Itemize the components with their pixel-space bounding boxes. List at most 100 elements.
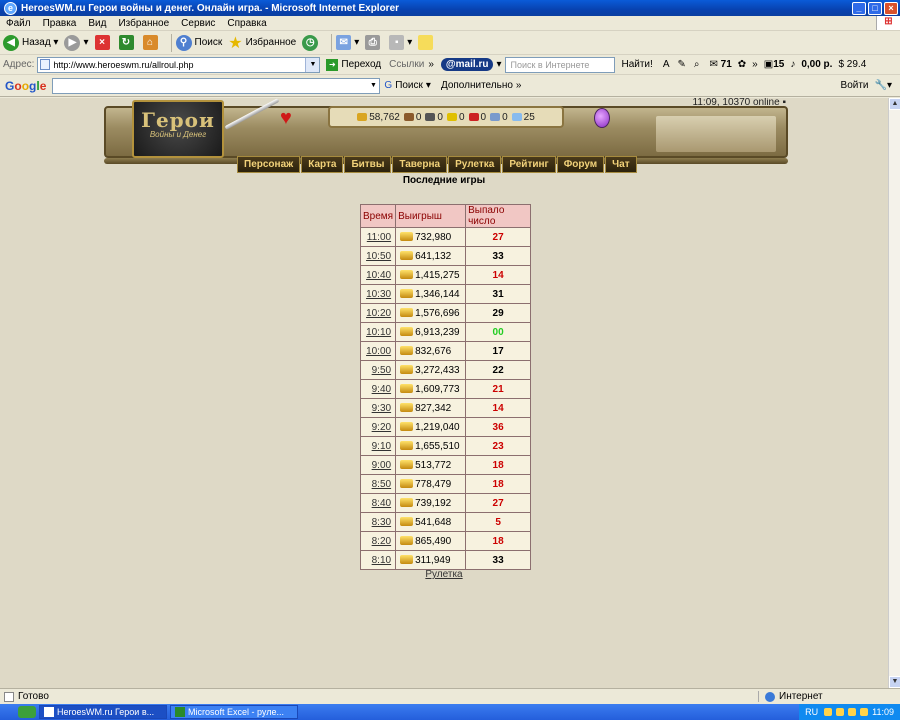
- game-time-link[interactable]: 9:00: [372, 460, 391, 471]
- find-button[interactable]: Найти!: [621, 59, 652, 70]
- game-time-link[interactable]: 10:00: [366, 346, 391, 357]
- flower-icon[interactable]: ✿: [738, 59, 746, 70]
- task-excel[interactable]: Microsoft Excel - руле...: [170, 705, 298, 719]
- table-row: 9:00 513,772 18: [359, 455, 532, 475]
- go-arrow-icon[interactable]: ➜: [326, 58, 339, 71]
- google-more-button[interactable]: Дополнительно: [441, 80, 513, 91]
- language-indicator[interactable]: RU: [805, 707, 818, 717]
- mailru-button[interactable]: @mail.ru: [440, 58, 494, 71]
- winnings-value: 1,219,040: [415, 421, 460, 433]
- game-time-link[interactable]: 8:30: [372, 517, 391, 528]
- scroll-down-icon[interactable]: ▼: [889, 676, 900, 688]
- game-time-link[interactable]: 8:40: [372, 498, 391, 509]
- game-time-link[interactable]: 10:40: [366, 270, 391, 281]
- mail-button[interactable]: ✉ ▾: [336, 35, 359, 50]
- go-button[interactable]: Переход: [341, 59, 381, 70]
- home-button[interactable]: ⌂: [142, 35, 161, 50]
- table-row: 8:20 865,490 18: [359, 531, 532, 551]
- scroll-up-icon[interactable]: ▲: [889, 98, 900, 110]
- google-logo[interactable]: Google: [5, 79, 46, 93]
- search-button[interactable]: ⚲ Поиск: [175, 34, 222, 51]
- menu-help[interactable]: Справка: [221, 18, 272, 29]
- tray-icon[interactable]: [836, 708, 845, 716]
- task-ie[interactable]: HeroesWM.ru Герои в...: [39, 705, 167, 719]
- heart-icon[interactable]: ♥: [280, 108, 292, 128]
- game-time-link[interactable]: 10:10: [366, 327, 391, 338]
- links-label[interactable]: Ссылки: [389, 59, 424, 70]
- nav-item[interactable]: Рулетка: [448, 156, 502, 173]
- chevron-right-icon[interactable]: »: [428, 59, 434, 70]
- game-time-link[interactable]: 9:40: [372, 384, 391, 395]
- translate-icon[interactable]: A: [663, 59, 670, 70]
- menu-file[interactable]: Файл: [0, 18, 37, 29]
- print-button[interactable]: ⎙: [365, 35, 383, 50]
- tray-icon[interactable]: [860, 708, 869, 716]
- stop-button[interactable]: ×: [94, 35, 113, 50]
- game-time-link[interactable]: 9:20: [372, 422, 391, 433]
- nav-item[interactable]: Чат: [605, 156, 637, 173]
- roulette-link[interactable]: Рулетка: [425, 569, 462, 580]
- menu-view[interactable]: Вид: [82, 18, 112, 29]
- menu-edit[interactable]: Правка: [37, 18, 83, 29]
- favorites-button[interactable]: ★ Избранное: [228, 33, 296, 53]
- game-time-link[interactable]: 8:10: [372, 555, 391, 566]
- start-button[interactable]: [18, 706, 36, 718]
- game-time-link[interactable]: 10:20: [366, 308, 391, 319]
- maximize-button[interactable]: □: [868, 1, 882, 15]
- game-time-link[interactable]: 9:30: [372, 403, 391, 414]
- winnings-value: 865,490: [415, 535, 452, 547]
- internet-search-input[interactable]: Поиск в Интернете: [505, 56, 616, 73]
- status-text: Готово: [18, 691, 49, 702]
- chevron-right-icon[interactable]: »: [516, 80, 522, 91]
- counter-15[interactable]: ▣15: [764, 59, 785, 70]
- game-time-link[interactable]: 10:30: [366, 289, 391, 300]
- pen-icon[interactable]: ✎: [677, 59, 685, 70]
- mail-counter[interactable]: ✉ 71: [709, 59, 731, 70]
- wallet-money[interactable]: 0,00 р.: [801, 59, 832, 70]
- forward-button[interactable]: ▶ ▾: [64, 34, 89, 51]
- menu-tools[interactable]: Сервис: [175, 18, 221, 29]
- tray-icon[interactable]: [824, 708, 833, 716]
- edit-button[interactable]: ▪ ▾: [389, 35, 412, 50]
- nav-item[interactable]: Карта: [301, 156, 344, 173]
- google-signin-button[interactable]: Войти: [841, 80, 869, 91]
- chevron-down-icon[interactable]: ▾: [426, 80, 431, 91]
- game-time-link[interactable]: 10:50: [366, 251, 391, 262]
- game-time-link[interactable]: 9:50: [372, 365, 391, 376]
- zoom-icon[interactable]: ⌕: [694, 59, 700, 70]
- vertical-scrollbar[interactable]: ▲ ▼: [888, 98, 900, 688]
- close-button[interactable]: ×: [884, 1, 898, 15]
- nav-item[interactable]: Персонаж: [237, 156, 301, 173]
- chevron-down-icon[interactable]: ▾: [496, 59, 501, 70]
- nav-item[interactable]: Битвы: [344, 156, 392, 173]
- notes-button[interactable]: [418, 35, 436, 50]
- game-time-link[interactable]: 9:10: [372, 441, 391, 452]
- chevron-down-icon[interactable]: ▼: [367, 79, 379, 93]
- game-time-link[interactable]: 11:00: [367, 232, 391, 243]
- tray-icon[interactable]: [848, 708, 857, 716]
- menu-favorites[interactable]: Избранное: [112, 18, 175, 29]
- google-search-input[interactable]: ▼: [52, 77, 381, 94]
- gold-icon: [400, 402, 414, 412]
- chevron-down-icon[interactable]: ▼: [305, 57, 320, 72]
- address-input[interactable]: http://www.heroeswm.ru/allroul.php ▼: [37, 56, 321, 73]
- minimize-button[interactable]: _: [852, 1, 866, 15]
- refresh-button[interactable]: ↻: [118, 35, 137, 50]
- wrench-icon[interactable]: 🔧▾: [875, 80, 892, 91]
- chevron-right-icon[interactable]: »: [752, 59, 758, 70]
- game-time-link[interactable]: 8:20: [372, 536, 391, 547]
- nav-item[interactable]: Рейтинг: [502, 156, 556, 173]
- history-button[interactable]: ◷: [302, 34, 321, 51]
- back-button[interactable]: ◀ Назад ▾: [3, 34, 58, 51]
- mana-flask-icon[interactable]: [594, 108, 610, 128]
- money-counter[interactable]: $ 29.4: [838, 59, 866, 70]
- google-search-button[interactable]: Поиск: [395, 80, 423, 91]
- game-time-link[interactable]: 8:50: [372, 479, 391, 490]
- game-logo[interactable]: Герои Войны и Денег: [132, 100, 224, 158]
- music-icon[interactable]: ♪: [790, 59, 795, 70]
- table-row: 11:00 732,980 27: [359, 227, 532, 247]
- winnings-value: 311,949: [415, 554, 451, 566]
- nav-item[interactable]: Таверна: [392, 156, 448, 173]
- nav-item[interactable]: Форум: [556, 156, 605, 173]
- table-row: 9:20 1,219,040 36: [359, 417, 532, 437]
